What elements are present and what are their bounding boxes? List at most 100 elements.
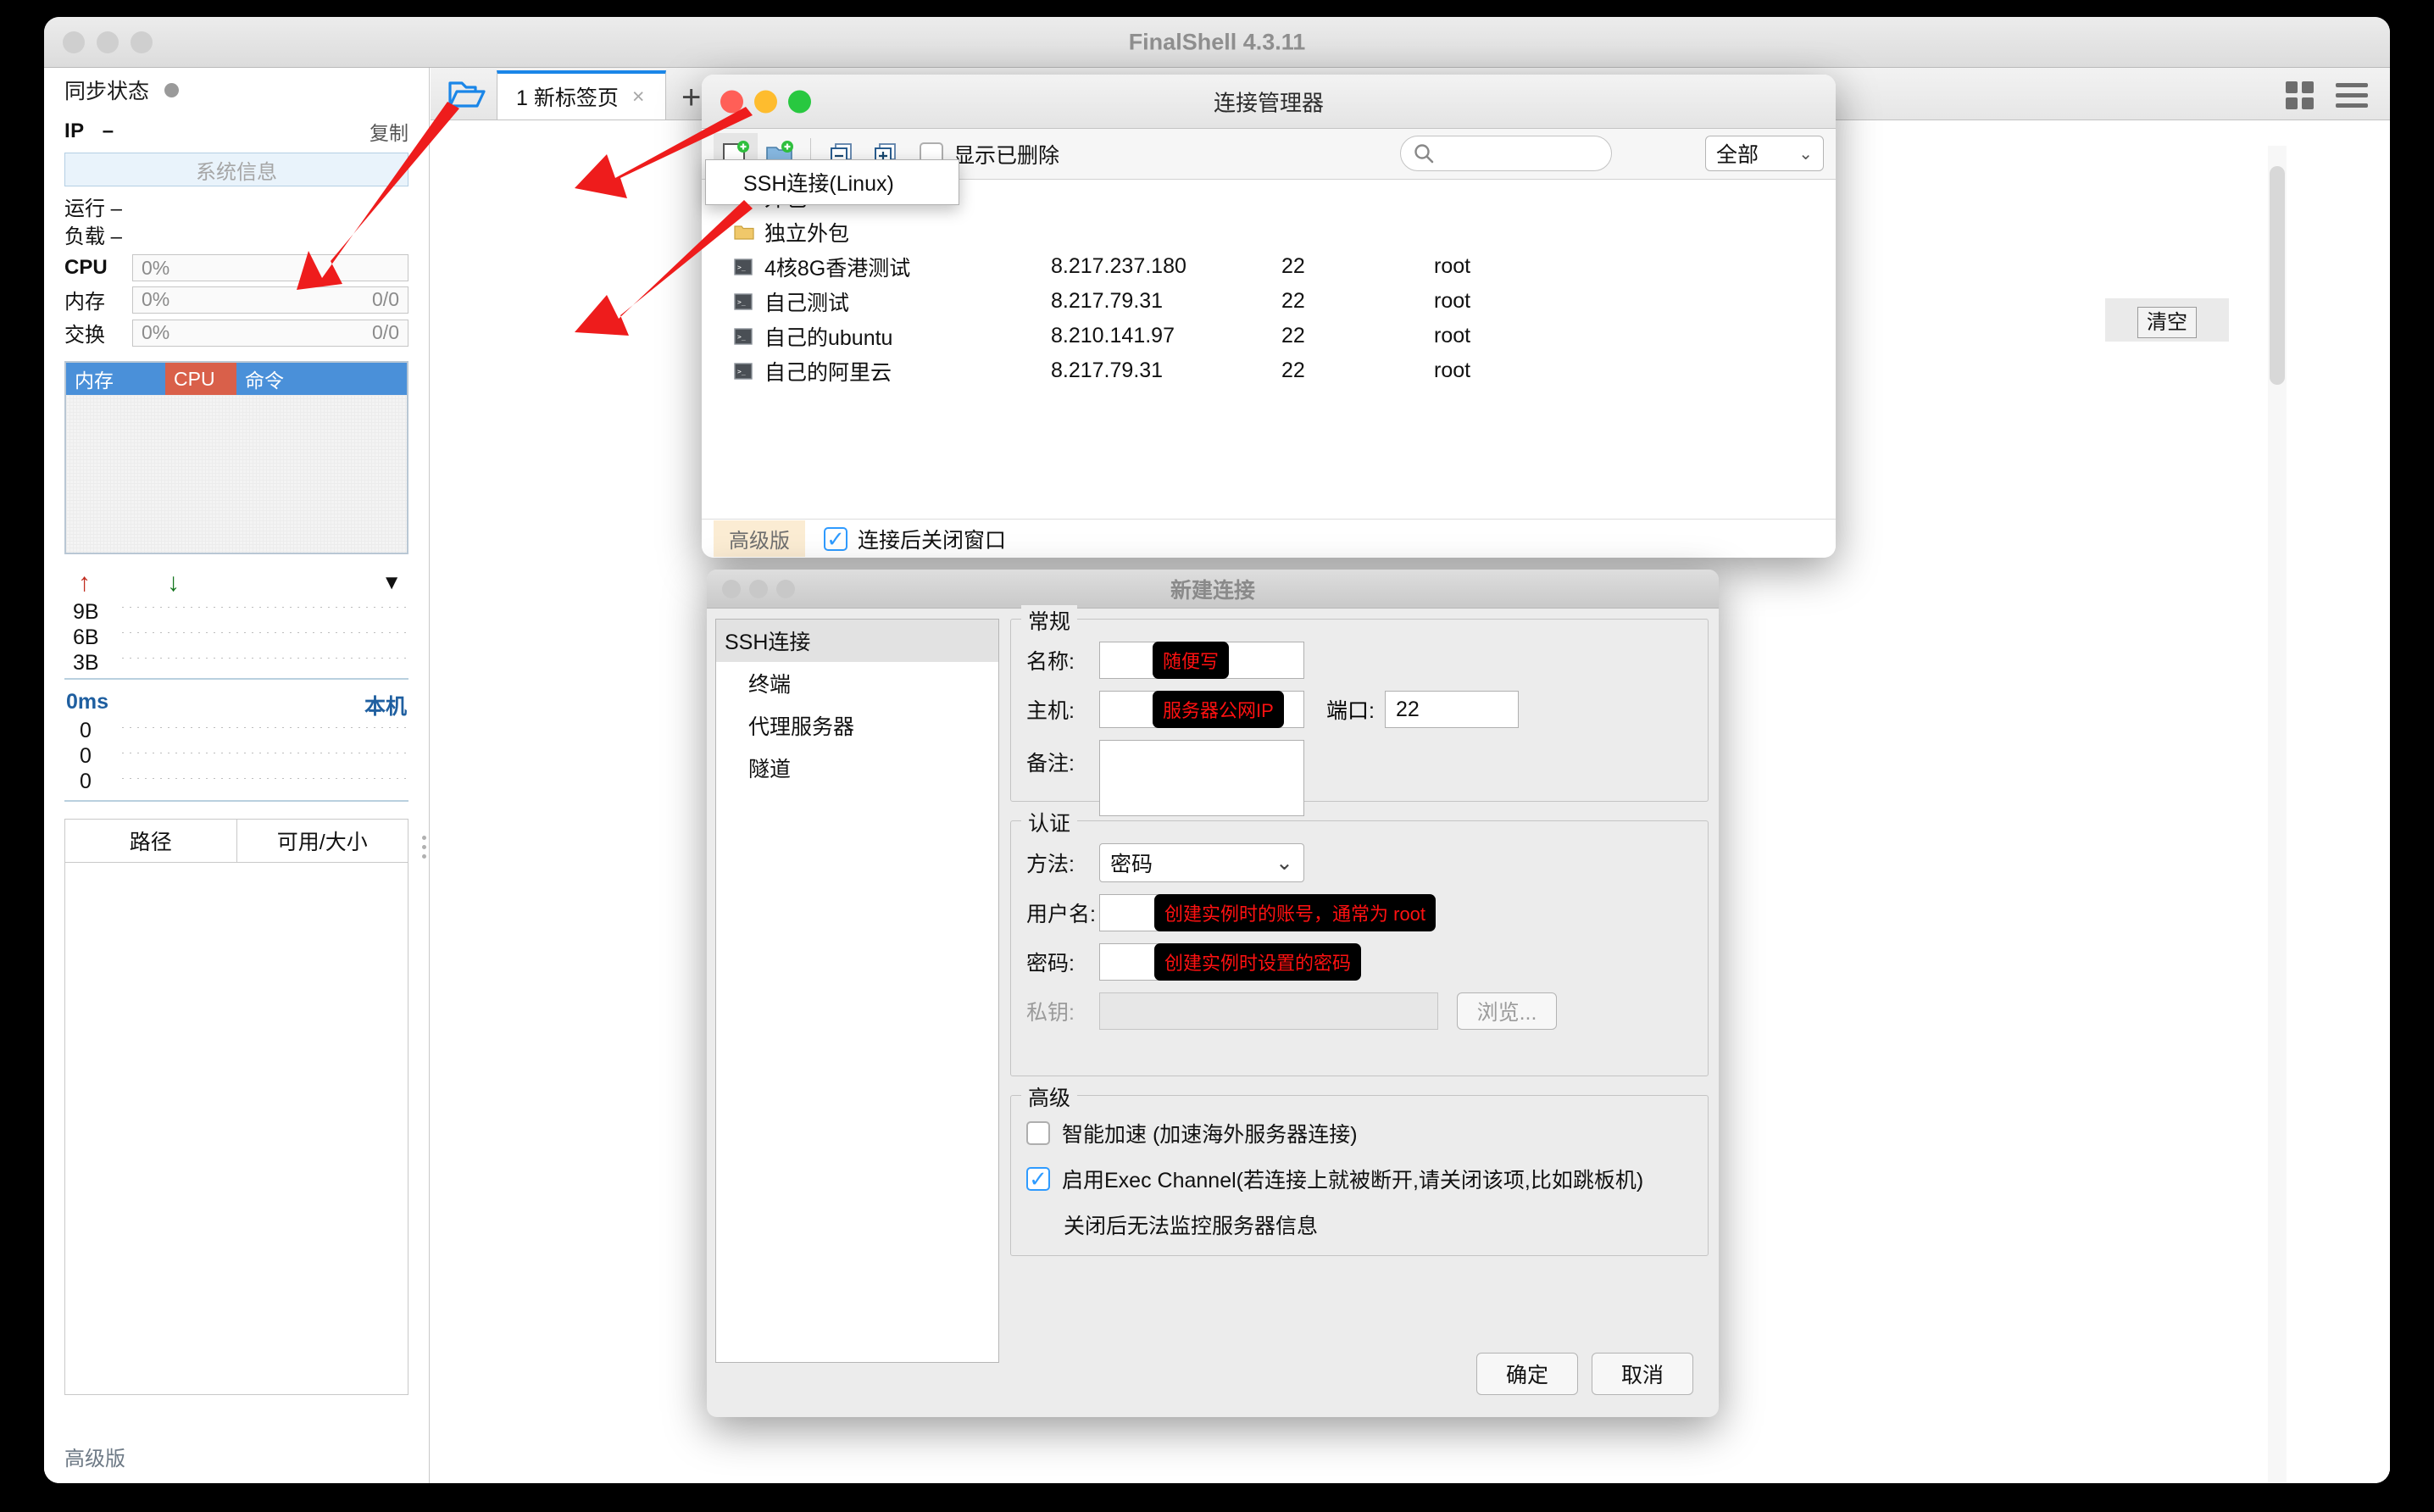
ok-button[interactable]: 确定 — [1476, 1353, 1578, 1395]
exec-channel-row[interactable]: 启用Exec Channel(若连接上就被断开,请关闭该项,比如跳板机) — [1026, 1164, 1692, 1194]
nav-item-tunnel[interactable]: 隧道 — [716, 747, 998, 789]
auth-fieldset: 认证 方法: 密码 ⌄ 用户名: 创建实例时的账号，通常为 root 密码: 创… — [1010, 807, 1709, 1076]
smart-accel-row[interactable]: 智能加速 (加速海外服务器连接) — [1026, 1118, 1692, 1148]
swap-meter-row: 交换 0% 0/0 — [58, 318, 415, 347]
process-table-header: 内存 CPU 命令 — [66, 363, 407, 396]
ip-row: IP – 复制 — [58, 112, 415, 151]
host-row: 主机: 服务器公网IP 端口: 22 — [1026, 691, 1692, 728]
general-fieldset: 常规 名称: 随便写 主机: 服务器公网IP 端口: 22 备注: — [1010, 605, 1709, 816]
connection-list[interactable]: › 外包 › 独立外包 >_ 4核8G香港测试 — [702, 180, 1836, 519]
copy-ip-button[interactable]: 复制 — [370, 117, 408, 146]
new-connection-nav[interactable]: SSH连接 终端 代理服务器 隧道 — [715, 619, 999, 1363]
close-after-connect-checkbox[interactable] — [824, 526, 847, 551]
terminal-scrollbar[interactable] — [2268, 146, 2287, 1483]
nav-item-ssh[interactable]: SSH连接 — [716, 620, 998, 662]
general-legend: 常规 — [1021, 605, 1078, 636]
swap-meter-extra: 0/0 — [372, 321, 399, 344]
disk-col-available-size[interactable]: 可用/大小 — [237, 820, 408, 862]
smart-accel-checkbox[interactable] — [1026, 1121, 1050, 1145]
dialog-buttons: 确定 取消 — [1476, 1353, 1693, 1395]
new-connection-main: 常规 名称: 随便写 主机: 服务器公网IP 端口: 22 备注: 认证 方法:… — [1010, 605, 1709, 1407]
grid-view-icon[interactable] — [2286, 81, 2314, 109]
method-select[interactable]: 密码 ⌄ — [1099, 843, 1304, 882]
process-table[interactable]: 内存 CPU 命令 — [64, 361, 408, 555]
host-hint-annotation: 服务器公网IP — [1153, 691, 1284, 728]
nav-item-terminal[interactable]: 终端 — [716, 662, 998, 704]
list-item[interactable]: >_ 4核8G香港测试 8.217.237.180 22 root — [702, 249, 1836, 284]
username-field[interactable]: 创建实例时的账号，通常为 root — [1099, 894, 1437, 931]
list-item-name: 4核8G香港测试 — [764, 256, 911, 281]
list-item-name: 自己的阿里云 — [764, 360, 892, 385]
memory-meter-extra: 0/0 — [372, 288, 399, 311]
host-label: 主机: — [1026, 699, 1075, 723]
cancel-button[interactable]: 取消 — [1592, 1353, 1693, 1395]
process-col-cpu[interactable]: CPU — [165, 363, 236, 396]
list-item[interactable]: › 独立外包 — [702, 214, 1836, 249]
sync-status-label: 同步状态 — [64, 80, 150, 103]
connection-manager-titlebar: 连接管理器 — [702, 75, 1836, 129]
system-info-button[interactable]: 系统信息 — [64, 153, 408, 186]
advanced-version-badge[interactable]: 高级版 — [714, 520, 805, 557]
context-menu-item-ssh-linux[interactable]: SSH连接(Linux) — [743, 167, 894, 197]
tabbar-right-tools — [2286, 81, 2368, 109]
port-field[interactable]: 22 — [1384, 691, 1519, 728]
open-folder-icon[interactable] — [442, 70, 492, 118]
password-row: 密码: 创建实例时设置的密码 — [1026, 943, 1692, 981]
load-label: 负载 – — [64, 225, 123, 249]
method-value: 密码 — [1110, 853, 1153, 876]
name-hint-annotation: 随便写 — [1153, 642, 1230, 679]
list-item-name: 自己测试 — [764, 291, 850, 315]
process-col-command[interactable]: 命令 — [236, 363, 407, 396]
search-input[interactable] — [1442, 142, 1586, 165]
list-item[interactable]: >_ 自己的阿里云 8.217.79.31 22 root — [702, 353, 1836, 388]
privatekey-field[interactable] — [1099, 992, 1438, 1030]
memory-meter-value: 0% — [142, 288, 170, 311]
remark-field[interactable] — [1099, 740, 1304, 816]
new-connection-dialog: 新建连接 SSH连接 终端 代理服务器 隧道 常规 名称: 随便写 主机: 服务… — [707, 570, 1719, 1417]
terminal-scrollbar-thumb[interactable] — [2270, 166, 2285, 385]
sidebar-resize-handle[interactable] — [422, 831, 429, 864]
disk-table-body — [65, 862, 408, 1395]
list-item-host: 8.217.79.31 — [1051, 359, 1164, 382]
process-table-body — [66, 395, 407, 553]
memory-meter-row: 内存 0% 0/0 — [58, 285, 415, 314]
sidebar-advanced-badge[interactable]: 高级版 — [64, 1442, 125, 1471]
download-arrow-icon: ↓ — [167, 569, 180, 598]
memory-meter-bar: 0% 0/0 — [132, 286, 408, 314]
menu-icon[interactable] — [2336, 83, 2368, 108]
search-box[interactable] — [1400, 136, 1612, 171]
filter-value: 全部 — [1716, 143, 1759, 167]
chevron-down-icon: ⌄ — [1275, 851, 1293, 875]
nav-item-proxy[interactable]: 代理服务器 — [716, 704, 998, 747]
tab-close-icon[interactable]: × — [632, 85, 645, 109]
add-tab-button[interactable]: + — [681, 81, 701, 114]
close-after-connect-toggle[interactable]: 连接后关闭窗口 — [824, 524, 1006, 554]
password-field[interactable]: 创建实例时设置的密码 — [1099, 943, 1362, 981]
host-field[interactable]: 服务器公网IP — [1099, 691, 1304, 728]
process-col-memory[interactable]: 内存 — [66, 363, 165, 396]
remark-label: 备注: — [1026, 752, 1075, 775]
browse-button[interactable]: 浏览... — [1457, 992, 1557, 1030]
disk-col-path[interactable]: 路径 — [65, 820, 237, 863]
exec-channel-checkbox[interactable] — [1026, 1167, 1050, 1191]
latency-graph: 0 0 0 — [64, 719, 408, 803]
context-menu[interactable]: SSH连接(Linux) — [705, 159, 959, 205]
filter-dropdown[interactable]: 全部 ⌄ — [1705, 136, 1824, 171]
list-item[interactable]: >_ 自己的ubuntu 8.210.141.97 22 root — [702, 319, 1836, 353]
name-field[interactable]: 随便写 — [1099, 642, 1304, 679]
swap-meter-label: 交换 — [64, 324, 105, 347]
latency-host-label: 本机 — [364, 695, 407, 720]
tab-new-page[interactable]: 1 新标签页 × — [497, 70, 666, 120]
clear-button[interactable]: 清空 — [2137, 307, 2197, 338]
cpu-meter-bar: 0% — [132, 254, 408, 282]
list-item-port: 22 — [1281, 359, 1305, 382]
lat-y-label-2: 0 — [80, 770, 92, 794]
list-item-host: 8.210.141.97 — [1051, 324, 1175, 347]
advanced-note: 关闭后无法监控服务器信息 — [1064, 1215, 1319, 1238]
chevron-down-icon[interactable]: ▼ — [381, 571, 402, 595]
connection-manager-title: 连接管理器 — [1213, 90, 1324, 115]
list-item[interactable]: >_ 自己测试 8.217.79.31 22 root — [702, 284, 1836, 319]
port-label: 端口: — [1326, 699, 1375, 723]
expander-icon[interactable]: › — [714, 222, 734, 242]
new-connection-titlebar: 新建连接 — [707, 570, 1719, 609]
